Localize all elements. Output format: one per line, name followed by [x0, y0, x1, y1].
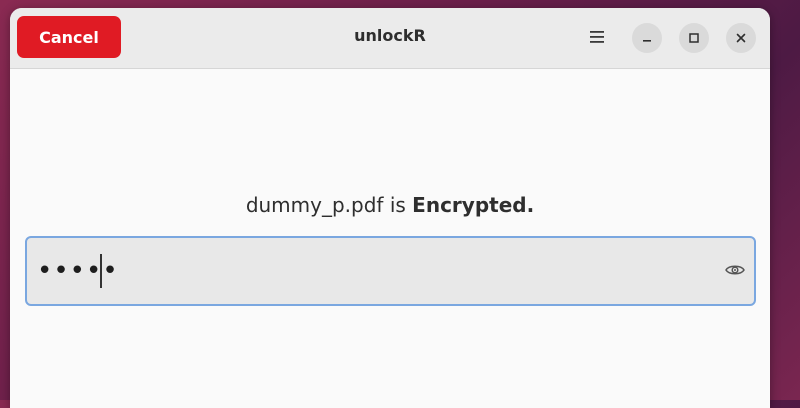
- encryption-message: dummy_p.pdf is Encrypted.: [10, 193, 770, 217]
- close-button[interactable]: [726, 23, 756, 53]
- message-connector: is: [383, 193, 413, 217]
- minimize-icon: [643, 40, 651, 42]
- header-bar: Cancel unlockR: [10, 8, 770, 69]
- app-window: Cancel unlockR dummy_p.pdf is Encrypted.…: [10, 8, 770, 408]
- maximize-button[interactable]: [679, 23, 709, 53]
- eye-icon: [725, 265, 745, 275]
- maximize-icon: [689, 33, 699, 43]
- password-masked-value: •••••: [37, 256, 119, 286]
- main-content: dummy_p.pdf is Encrypted. •••••: [10, 69, 770, 408]
- minimize-button[interactable]: [632, 23, 662, 53]
- password-field[interactable]: •••••: [25, 236, 756, 306]
- close-icon: [736, 33, 746, 43]
- menu-button[interactable]: [584, 24, 610, 50]
- text-caret: [100, 254, 102, 288]
- hamburger-menu-icon: [590, 31, 604, 43]
- reveal-password-button[interactable]: [724, 261, 746, 279]
- encryption-status: Encrypted.: [412, 193, 535, 217]
- file-name: dummy_p.pdf: [245, 193, 384, 217]
